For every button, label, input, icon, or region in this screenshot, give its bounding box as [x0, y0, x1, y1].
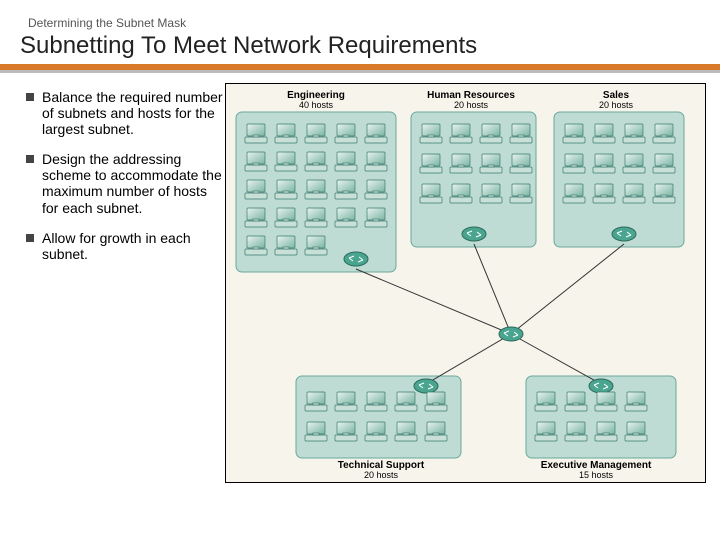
page-title: Subnetting To Meet Network Requirements — [0, 32, 720, 64]
bullet-list: Balance the required number of subnets a… — [20, 83, 225, 483]
section-kicker: Determining the Subnet Mask — [0, 0, 720, 32]
edge-router-icon — [612, 227, 636, 241]
bullet-item: Balance the required number of subnets a… — [20, 89, 225, 137]
content-row: Balance the required number of subnets a… — [0, 73, 720, 483]
bullet-marker-icon — [26, 234, 34, 242]
network-diagram: Engineering 40 hosts Human Resources 20 … — [225, 83, 706, 483]
bullet-text: Design the addressing scheme to accommod… — [42, 151, 225, 215]
diagram-svg — [226, 84, 696, 484]
bullet-text: Allow for growth in each subnet. — [42, 230, 225, 262]
bullet-text: Balance the required number of subnets a… — [42, 89, 225, 137]
bullet-marker-icon — [26, 93, 34, 101]
bullet-marker-icon — [26, 155, 34, 163]
edge-router-icon — [414, 379, 438, 393]
bullet-item: Design the addressing scheme to accommod… — [20, 151, 225, 215]
core-router-icon — [499, 327, 523, 341]
bullet-item: Allow for growth in each subnet. — [20, 230, 225, 262]
edge-router-icon — [344, 252, 368, 266]
edge-router-icon — [589, 379, 613, 393]
edge-router-icon — [462, 227, 486, 241]
